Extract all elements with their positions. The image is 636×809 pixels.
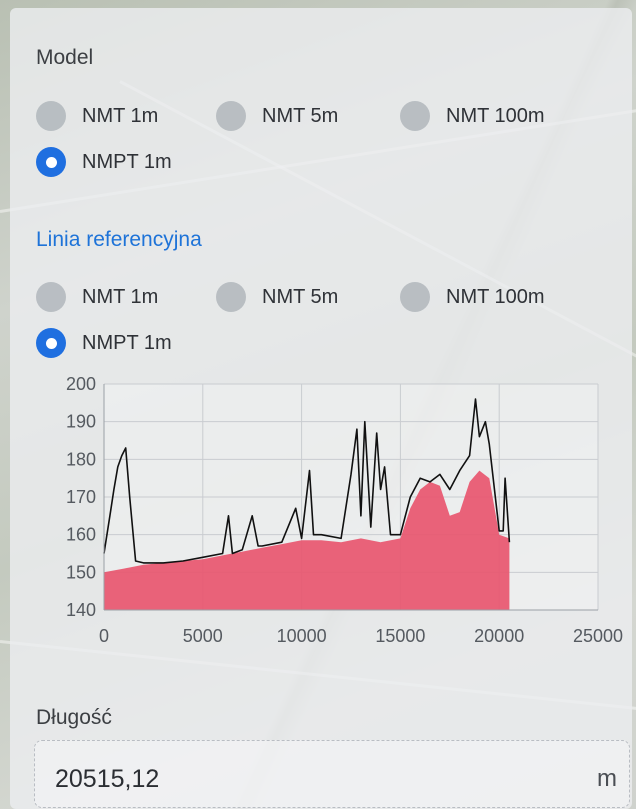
x-tick-label: 0 (99, 626, 109, 646)
y-tick-label: 180 (66, 449, 96, 469)
reference-option-nmt-100m[interactable]: NMT 100m (400, 282, 545, 312)
model-option-nmt-5m[interactable]: NMT 5m (216, 101, 338, 131)
length-value: 20515,12 (55, 765, 160, 793)
radio-label: NMT 100m (446, 285, 545, 308)
length-unit: m (597, 765, 617, 792)
reference-section-title: Linia referencyjna (36, 228, 202, 251)
radio-checked-icon[interactable] (36, 328, 66, 358)
radio-unchecked-icon[interactable] (400, 101, 430, 131)
reference-option-nmpt-1m[interactable]: NMPT 1m (36, 328, 172, 358)
radio-label: NMT 5m (262, 104, 339, 127)
radio-unchecked-icon[interactable] (400, 282, 430, 312)
radio-unchecked-icon[interactable] (36, 282, 66, 312)
radio-label: NMT 100m (446, 104, 545, 127)
x-tick-label: 20000 (474, 626, 524, 646)
radio-unchecked-icon[interactable] (36, 101, 66, 131)
y-tick-label: 170 (66, 487, 96, 507)
reference-option-nmt-1m[interactable]: NMT 1m (36, 282, 158, 312)
length-label: Długość (36, 706, 112, 729)
elevation-profile-chart[interactable]: 140 150 160 170 180 190 200 0 5000 10000 15000 2000… (0, 372, 636, 662)
y-tick-label: 200 (66, 374, 96, 394)
x-tick-label: 10000 (277, 626, 327, 646)
y-tick-label: 190 (66, 412, 96, 432)
reference-option-nmt-5m[interactable]: NMT 5m (216, 282, 338, 312)
y-tick-label: 150 (66, 562, 96, 582)
y-tick-label: 140 (66, 600, 96, 620)
x-tick-label: 15000 (375, 626, 425, 646)
x-tick-label: 25000 (573, 626, 623, 646)
model-option-nmt-100m[interactable]: NMT 100m (400, 101, 545, 131)
y-tick-label: 160 (66, 525, 96, 545)
elevation-chart-svg: 140 150 160 170 180 190 200 0 5000 10000 15000 2000… (66, 374, 623, 646)
x-tick-label: 5000 (183, 626, 223, 646)
radio-checked-icon[interactable] (36, 147, 66, 177)
radio-unchecked-icon[interactable] (216, 282, 246, 312)
model-section-title: Model (36, 46, 94, 69)
radio-unchecked-icon[interactable] (216, 101, 246, 131)
radio-label: NMT 1m (82, 104, 159, 127)
model-option-nmpt-1m[interactable]: NMPT 1m (36, 147, 172, 177)
radio-label: NMPT 1m (82, 331, 172, 354)
length-field[interactable]: 20515,12 m (34, 740, 630, 808)
radio-label: NMT 5m (262, 285, 339, 308)
model-option-nmt-1m[interactable]: NMT 1m (36, 101, 158, 131)
radio-label: NMT 1m (82, 285, 159, 308)
radio-label: NMPT 1m (82, 150, 172, 173)
